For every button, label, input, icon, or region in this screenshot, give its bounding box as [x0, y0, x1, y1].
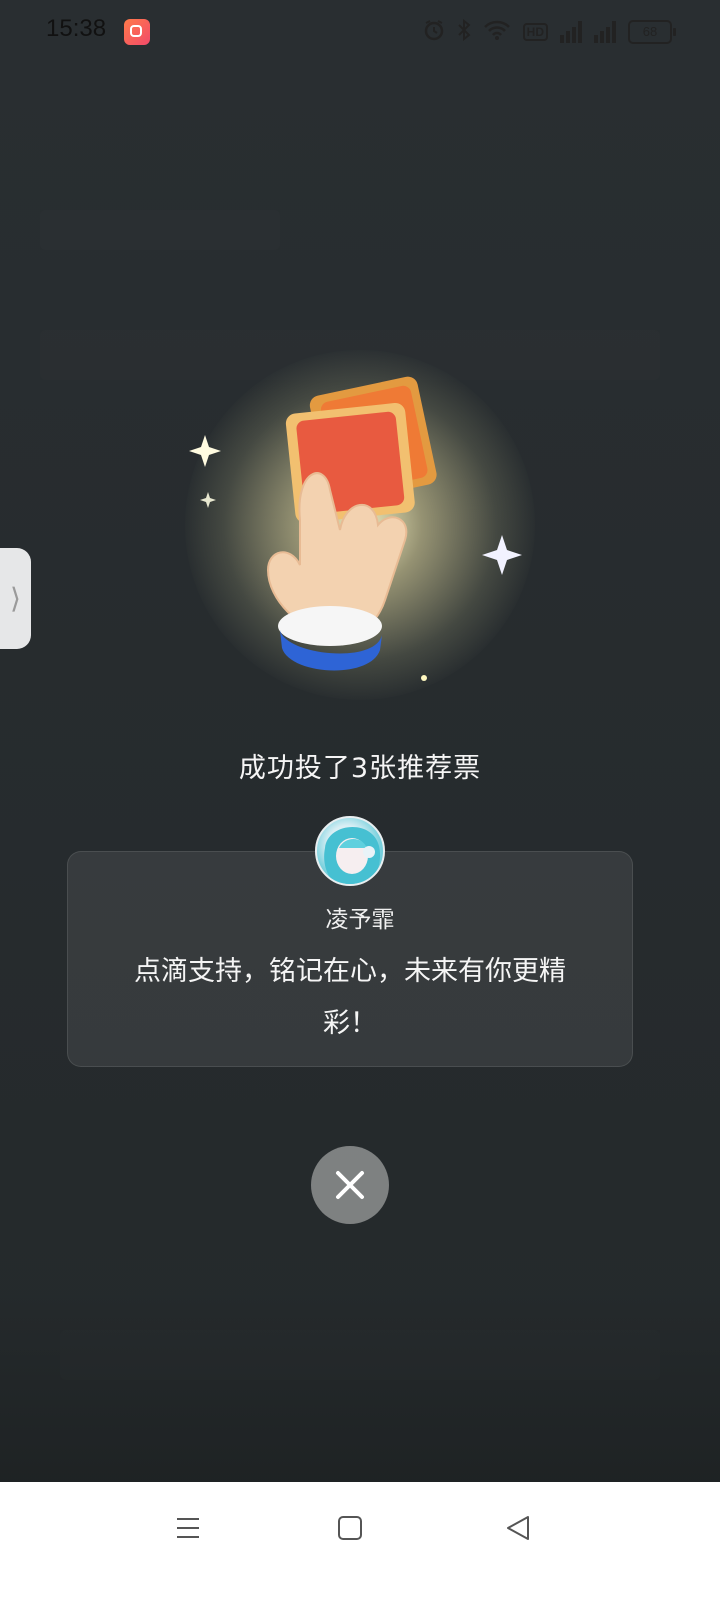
vote-success-title: 成功投了3张推荐票 — [238, 753, 482, 784]
home-icon — [338, 1516, 362, 1540]
avatar — [315, 816, 385, 886]
status-bar: 15:38 HD 68 — [0, 0, 720, 66]
close-icon — [336, 1171, 364, 1199]
status-time: 15:38 — [46, 15, 107, 42]
wifi-icon — [483, 19, 511, 45]
system-navigation-bar — [0, 1482, 720, 1612]
ticket-illustration — [150, 330, 570, 730]
side-drawer-handle[interactable]: ⟩ — [0, 548, 31, 649]
back-icon — [507, 1516, 529, 1540]
author-name: 凌予霏 — [325, 907, 395, 933]
home-button[interactable] — [326, 1504, 374, 1552]
close-button[interactable] — [311, 1146, 389, 1224]
back-button[interactable] — [494, 1504, 542, 1552]
author-message-text: 点滴支持，铭记在心，未来有你更精彩！ — [134, 956, 566, 1039]
battery-icon: 68 — [628, 20, 676, 44]
status-icons: HD 68 — [423, 17, 676, 47]
chevron-right-icon: ⟩ — [10, 582, 21, 615]
menu-icon — [177, 1518, 199, 1538]
hd-icon: HD — [522, 23, 548, 41]
app-notification-icon — [124, 19, 150, 45]
bluetooth-icon — [457, 18, 471, 45]
alarm-icon — [423, 19, 445, 45]
menu-button[interactable] — [164, 1504, 212, 1552]
hand-holding-tickets-icon — [189, 376, 522, 681]
signal-4g-icon — [560, 21, 582, 43]
signal-5g-icon — [594, 21, 616, 43]
